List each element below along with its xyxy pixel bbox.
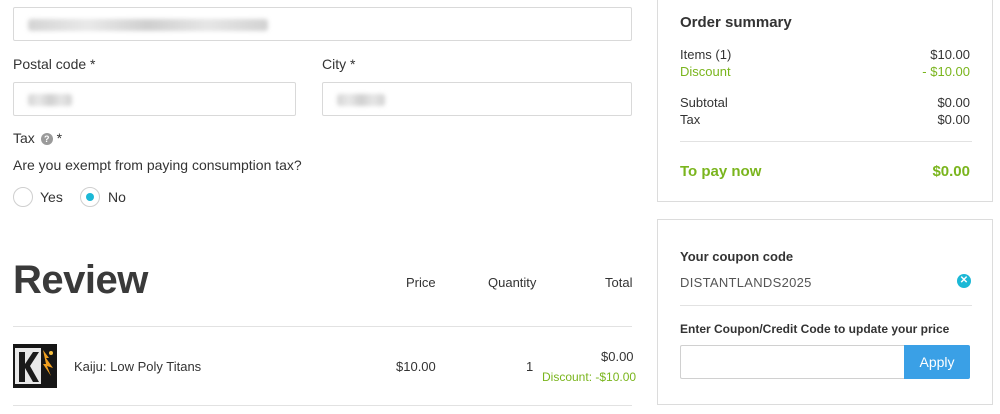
help-icon[interactable]: ? (40, 133, 53, 145)
review-heading: Review (13, 258, 148, 302)
summary-divider (680, 141, 972, 142)
product-discount: Discount: -$10.00 (542, 370, 637, 384)
product-name: Kaiju: Low Poly Titans (74, 359, 202, 374)
coupon-divider (680, 305, 972, 306)
tax-question: Are you exempt from paying consumption t… (13, 157, 302, 173)
summary-subtotal-value: $0.00 (937, 95, 970, 110)
product-thumbnail (13, 344, 57, 388)
product-total: $0.00 (601, 349, 634, 364)
summary-items-row: Items (1) $10.00 (680, 47, 970, 62)
tax-required-mark: * (56, 130, 63, 146)
tax-no-label[interactable]: No (108, 189, 126, 205)
to-pay-value: $0.00 (932, 163, 970, 180)
summary-discount-value: - $10.00 (922, 64, 970, 79)
address-input[interactable] (13, 7, 632, 41)
summary-subtotal-label: Subtotal (680, 95, 728, 110)
review-divider-bottom (13, 405, 632, 406)
summary-subtotal-row: Subtotal $0.00 (680, 95, 970, 110)
tax-label: Tax ? * (13, 130, 62, 146)
order-summary-title: Order summary (680, 14, 792, 31)
summary-discount-label: Discount (680, 64, 731, 79)
coupon-title: Your coupon code (680, 249, 794, 264)
tax-label-text: Tax (13, 130, 35, 146)
product-quantity: 1 (526, 359, 534, 374)
tax-yes-label[interactable]: Yes (40, 189, 63, 205)
redacted-address-value (28, 19, 268, 31)
summary-tax-value: $0.00 (937, 112, 970, 127)
quantity-column-header: Quantity (488, 275, 537, 290)
apply-button[interactable]: Apply (904, 345, 970, 379)
total-column-header: Total (605, 275, 633, 290)
tax-yes-radio[interactable] (13, 187, 33, 207)
coupon-code-input[interactable] (680, 345, 905, 379)
city-input[interactable] (322, 82, 632, 116)
to-pay-label: To pay now (680, 163, 762, 180)
review-divider-top (13, 326, 632, 327)
summary-discount-row: Discount - $10.00 (680, 64, 970, 79)
product-price: $10.00 (396, 359, 436, 374)
summary-tax-row: Tax $0.00 (680, 112, 970, 127)
city-label: City * (322, 56, 356, 72)
coupon-code: DISTANTLANDS2025 (680, 275, 812, 290)
postal-code-input[interactable] (13, 82, 296, 116)
postal-code-label: Postal code * (13, 56, 96, 72)
tax-no-radio[interactable] (80, 187, 100, 207)
summary-items-value: $10.00 (930, 47, 970, 62)
summary-items-label: Items (1) (680, 47, 732, 62)
redacted-postal-value (28, 94, 72, 106)
coupon-enter-label: Enter Coupon/Credit Code to update your … (680, 322, 950, 336)
redacted-city-value (337, 94, 385, 106)
summary-tax-label: Tax (680, 112, 701, 127)
remove-coupon-icon[interactable]: ✕ (957, 274, 971, 288)
product-thumbnail-art (13, 344, 57, 388)
price-column-header: Price (406, 275, 436, 290)
to-pay-row: To pay now $0.00 (680, 163, 970, 180)
order-summary-panel: Order summary Items (1) $10.00 Discount … (657, 0, 993, 202)
